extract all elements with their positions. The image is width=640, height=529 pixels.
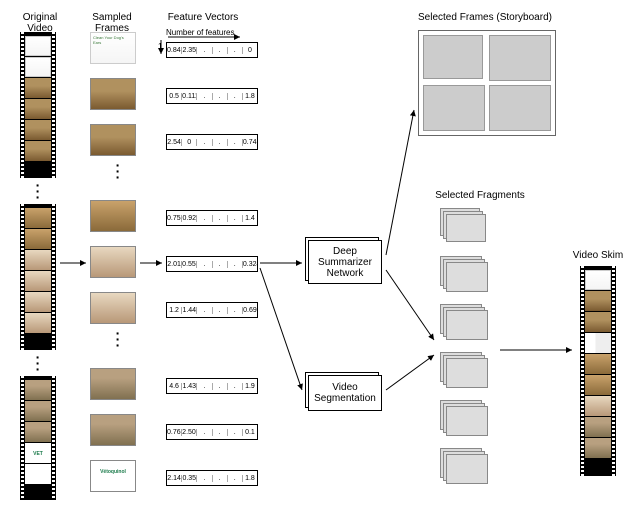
- sampled-4: [90, 200, 136, 232]
- video-segmentation-box: Video Segmentation: [308, 375, 382, 411]
- fv-0: 0.8432.35...0: [166, 42, 258, 58]
- frag-3: [440, 304, 484, 334]
- frag-5: [440, 400, 484, 430]
- dots-2: ···: [20, 354, 56, 372]
- sampled-2: [90, 78, 136, 110]
- sampled-7: [90, 368, 136, 400]
- filmstrip-2: [20, 204, 56, 350]
- label-selected-frames: Selected Frames (Storyboard): [405, 12, 565, 23]
- label-video-skim: Video Skim: [566, 250, 630, 261]
- dots-s2: ···: [95, 330, 141, 348]
- fv-one: 1: [158, 42, 162, 51]
- fv-6: 4.61.43...1.9: [166, 378, 258, 394]
- label-selected-fragments: Selected Fragments: [420, 190, 540, 201]
- frag-6: [440, 448, 484, 478]
- deep-summarizer-box: Deep Summarizer Network: [308, 240, 382, 284]
- label-feature-vectors: Feature Vectors: [158, 12, 248, 23]
- frag-4: [440, 352, 484, 382]
- filmstrip-1: [20, 32, 56, 178]
- pipeline-diagram: Original Video Sampled Frames Feature Ve…: [10, 10, 630, 519]
- sampled-1: Clean Your Dog's Ears: [90, 32, 136, 64]
- fv-8: 2.140.35...1.8: [166, 470, 258, 486]
- sb-2: [489, 35, 551, 81]
- dots-1: ···: [20, 182, 56, 200]
- fv-4: 2.010.552...0.324: [166, 256, 258, 272]
- sb-1: [423, 35, 483, 79]
- sampled-5: [90, 246, 136, 278]
- sampled-8: [90, 414, 136, 446]
- sb-3: [423, 85, 485, 131]
- frag-1: [440, 208, 484, 238]
- fv-num-features: Number of features: [166, 28, 234, 37]
- fv-1: 0.50.111...1.8: [166, 88, 258, 104]
- fv-2: 2.540...0.745: [166, 134, 258, 150]
- frag-2: [440, 256, 484, 286]
- label-sampled-frames: Sampled Frames: [82, 12, 142, 34]
- fv-7: 0.7632.506...0.1: [166, 424, 258, 440]
- video-skim-strip: [580, 266, 616, 476]
- fv-5: 1.21.44...0.69: [166, 302, 258, 318]
- fv-3: 0.7530.92...1.4: [166, 210, 258, 226]
- sampled-3: [90, 124, 136, 156]
- sampled-6: [90, 292, 136, 324]
- sb-4: [489, 85, 551, 131]
- dots-s1: ···: [95, 162, 141, 180]
- storyboard: [418, 30, 556, 136]
- filmstrip-3: VET: [20, 376, 56, 500]
- sampled-9: Vétoquinol: [90, 460, 136, 492]
- label-original-video: Original Video: [10, 12, 70, 34]
